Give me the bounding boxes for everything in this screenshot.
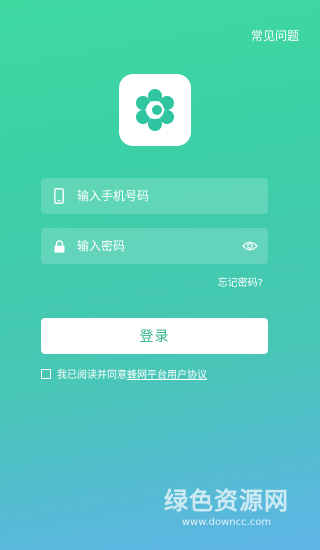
agreement-checkbox[interactable] xyxy=(41,368,51,379)
password-field xyxy=(41,228,268,264)
password-input[interactable] xyxy=(77,239,232,253)
forgot-password-link[interactable]: 忘记密码? xyxy=(218,274,263,289)
app-logo xyxy=(119,74,191,146)
lock-icon xyxy=(41,239,77,253)
phone-field xyxy=(41,178,268,214)
phone-input[interactable] xyxy=(77,189,268,203)
watermark-url: www.downcc.com xyxy=(181,517,272,528)
phone-icon xyxy=(41,188,77,204)
user-agreement-link[interactable]: 蜂网平台用户协议 xyxy=(127,366,207,381)
watermark: 绿色资源网 www.downcc.com xyxy=(164,481,289,528)
faq-link[interactable]: 常见问题 xyxy=(251,27,299,44)
watermark-title: 绿色资源网 xyxy=(164,487,289,515)
login-button[interactable]: 登录 xyxy=(41,318,268,354)
agreement-text: 我已阅读并同意 xyxy=(57,370,127,381)
eye-icon[interactable] xyxy=(232,241,268,251)
flower-logo-icon xyxy=(136,89,174,131)
agreement-row: 我已阅读并同意 蜂网平台用户协议 xyxy=(41,366,207,381)
